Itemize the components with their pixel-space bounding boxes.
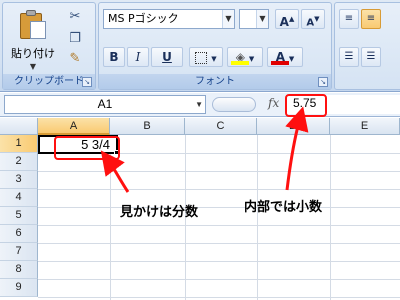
row-header-9[interactable]: 9 bbox=[0, 279, 38, 297]
fill-color-button[interactable]: ◈ ▼ bbox=[227, 47, 263, 67]
fill-color-swatch bbox=[231, 61, 249, 65]
row-header-6[interactable]: 6 bbox=[0, 225, 38, 243]
gridline bbox=[38, 279, 400, 280]
formula-bar: A1 ▼ fx 5.75 bbox=[0, 93, 400, 117]
column-header-d[interactable]: D bbox=[257, 118, 330, 135]
row-header-8[interactable]: 8 bbox=[0, 261, 38, 279]
display-caption: 見かけは分数 bbox=[120, 205, 199, 220]
shrink-font-button[interactable]: A▼ bbox=[301, 9, 325, 29]
gridline bbox=[38, 189, 400, 190]
clipboard-group: 貼り付け ▼ ✂ ❐ ✎ クリップボード ↘ bbox=[2, 2, 96, 90]
grow-font-label: A bbox=[279, 15, 289, 29]
dialog-launcher-icon[interactable]: ↘ bbox=[318, 77, 328, 87]
cell-highlight-box bbox=[54, 136, 120, 160]
font-color-button[interactable]: A ▼ bbox=[267, 47, 303, 67]
font-name-select[interactable]: MS Pゴシック ▼ bbox=[103, 9, 235, 29]
ribbon: 貼り付け ▼ ✂ ❐ ✎ クリップボード ↘ MS Pゴシック ▼ ▼ A▲ A… bbox=[0, 0, 400, 92]
align-top-icon[interactable]: ≡ bbox=[339, 9, 359, 29]
chevron-down-icon[interactable]: ▼ bbox=[256, 10, 268, 28]
font-group: MS Pゴシック ▼ ▼ A▲ A▼ B I U ▼ ◈ ▼ A ▼ フォント … bbox=[98, 2, 332, 90]
scissors-icon[interactable]: ✂ bbox=[67, 9, 83, 25]
chevron-down-icon[interactable]: ▼ bbox=[9, 62, 57, 71]
align-middle-icon[interactable]: ≡ bbox=[361, 9, 381, 29]
borders-button[interactable]: ▼ bbox=[189, 47, 223, 67]
row-header-2[interactable]: 2 bbox=[0, 153, 38, 171]
underline-button[interactable]: U bbox=[151, 47, 183, 67]
paste-label: 貼り付け bbox=[11, 47, 55, 60]
gridline bbox=[38, 171, 400, 172]
select-all-corner[interactable] bbox=[0, 118, 38, 135]
row-header-4[interactable]: 4 bbox=[0, 189, 38, 207]
alignment-group: ≡ ≡ ☰ ☰ bbox=[334, 2, 400, 90]
border-icon bbox=[195, 51, 208, 64]
gridline bbox=[330, 135, 331, 300]
font-color-swatch bbox=[271, 61, 289, 65]
font-group-label: フォント bbox=[99, 74, 331, 89]
row-header-1[interactable]: 1 bbox=[0, 135, 38, 153]
gridline bbox=[257, 135, 258, 300]
formula-bar-splitter[interactable] bbox=[212, 97, 256, 112]
gridline bbox=[38, 261, 400, 262]
align-center-icon[interactable]: ☰ bbox=[361, 47, 381, 67]
paintbrush-icon[interactable]: ✎ bbox=[67, 51, 83, 67]
row-header-5[interactable]: 5 bbox=[0, 207, 38, 225]
insert-function-icon[interactable]: fx bbox=[268, 96, 279, 110]
column-header-a[interactable]: A bbox=[38, 118, 110, 135]
gridline bbox=[38, 207, 400, 208]
row-header-3[interactable]: 3 bbox=[0, 171, 38, 189]
column-header-c[interactable]: C bbox=[185, 118, 257, 135]
italic-button[interactable]: I bbox=[127, 47, 149, 67]
chevron-down-icon[interactable]: ▼ bbox=[195, 96, 203, 113]
internal-caption: 内部では小数 bbox=[244, 200, 323, 215]
bold-button[interactable]: B bbox=[103, 47, 125, 67]
column-header-e[interactable]: E bbox=[330, 118, 400, 135]
dialog-launcher-icon[interactable]: ↘ bbox=[82, 77, 92, 87]
gridline bbox=[38, 225, 400, 226]
copy-icon[interactable]: ❐ bbox=[67, 31, 83, 47]
column-header-b[interactable]: B bbox=[110, 118, 185, 135]
paste-button[interactable]: 貼り付け ▼ bbox=[9, 9, 57, 71]
formula-highlight-box bbox=[285, 94, 327, 117]
shrink-font-label: A bbox=[306, 17, 315, 29]
font-name-value: MS Pゴシック bbox=[108, 12, 179, 25]
gridline bbox=[38, 297, 400, 298]
name-box[interactable]: A1 ▼ bbox=[4, 95, 206, 114]
grow-font-button[interactable]: A▲ bbox=[275, 9, 299, 29]
row-header-7[interactable]: 7 bbox=[0, 243, 38, 261]
clipboard-icon bbox=[18, 9, 48, 41]
chevron-down-icon[interactable]: ▼ bbox=[222, 10, 234, 28]
name-box-value: A1 bbox=[97, 97, 113, 111]
align-left-icon[interactable]: ☰ bbox=[339, 47, 359, 67]
font-size-select[interactable]: ▼ bbox=[239, 9, 269, 29]
gridline bbox=[38, 243, 400, 244]
